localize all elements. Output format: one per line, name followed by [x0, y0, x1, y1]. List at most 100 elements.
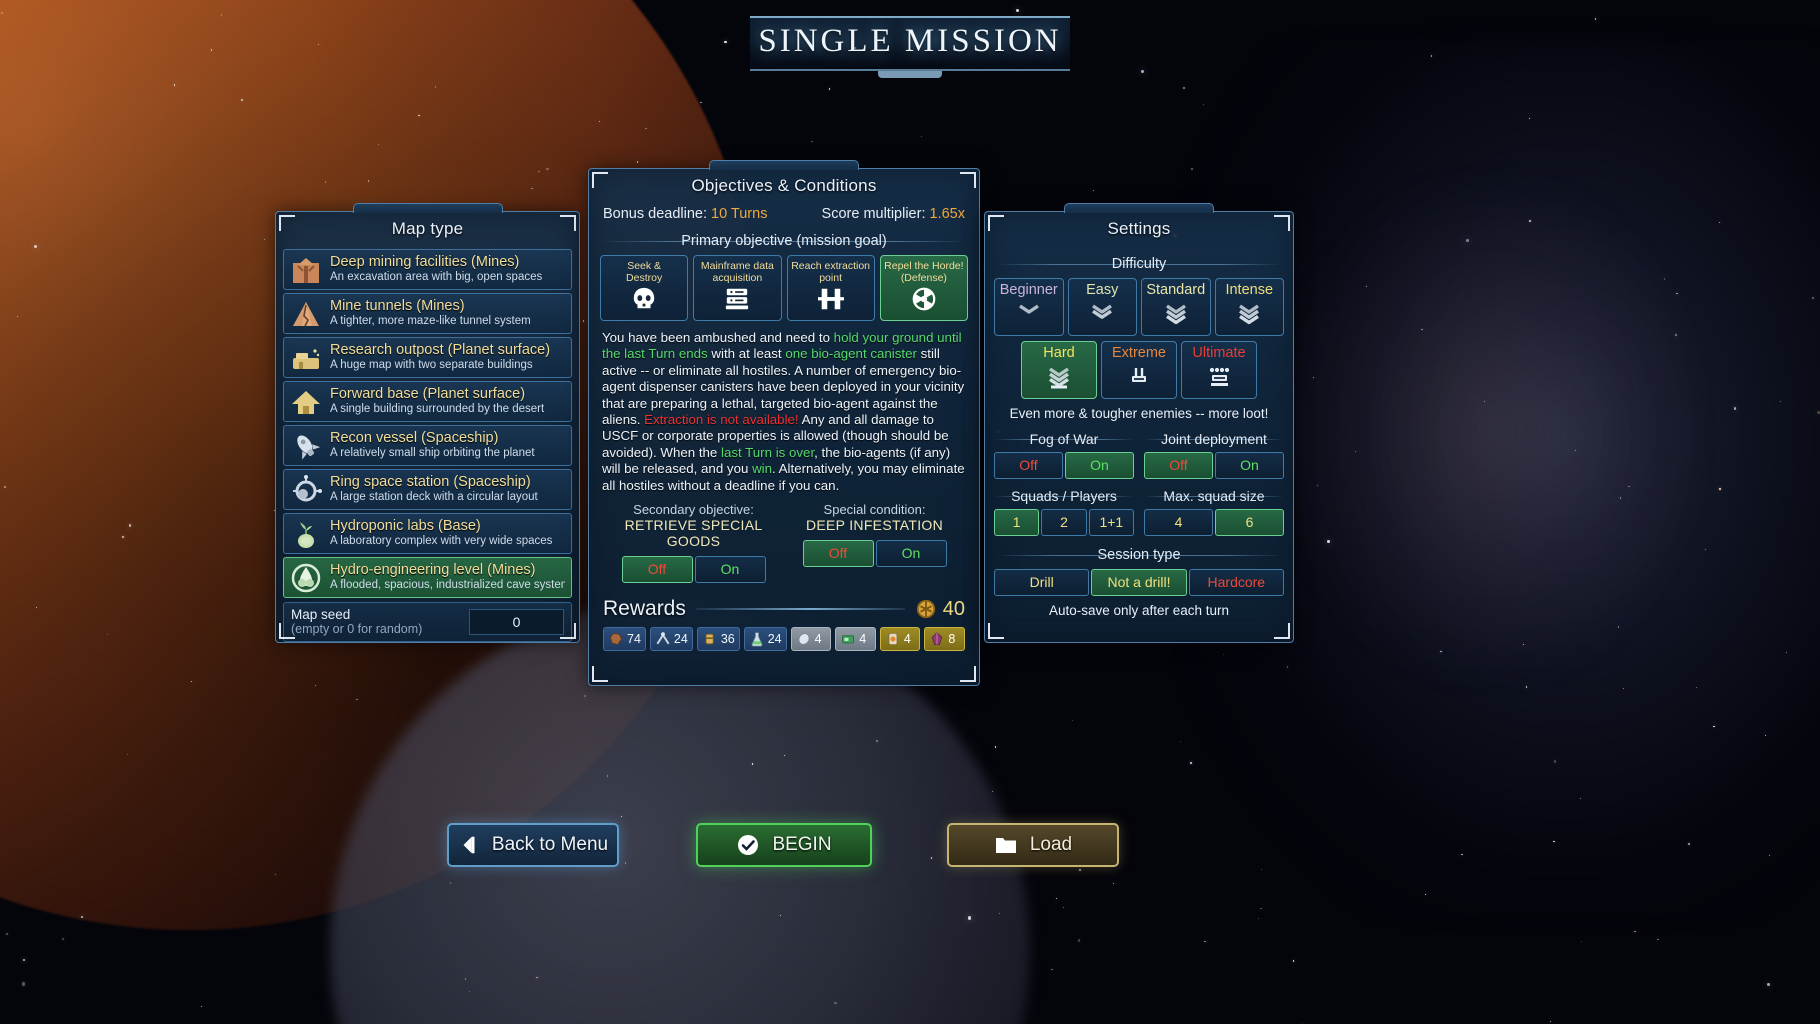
special-on-button[interactable]: On — [875, 540, 947, 568]
map-type-item[interactable]: Hydro-engineering level (Mines) A flooded… — [283, 557, 572, 598]
reward-chip: 4 — [790, 627, 832, 652]
primary-objective-header-text: Primary objective (mission goal) — [681, 233, 887, 249]
joint-deployment-header: Joint deployment — [1144, 431, 1284, 447]
mountain-icon — [290, 298, 322, 330]
load-button[interactable]: Load — [947, 823, 1119, 867]
mission-briefing-text: You have been ambushed and need to hold … — [589, 321, 979, 494]
difficulty-button-label: Beginner — [999, 282, 1058, 298]
secondary-on-button[interactable]: On — [694, 556, 766, 584]
primary-objective-tile[interactable]: Mainframe data acquisition — [693, 255, 782, 321]
difficulty-button[interactable]: Standard — [1141, 278, 1211, 336]
map-type-item[interactable]: Deep mining facilities (Mines) An excavat… — [283, 249, 572, 290]
reward-chip: 74 — [603, 627, 646, 652]
map-type-panel: Map type Deep mining facilities (Mines) A… — [275, 203, 580, 643]
map-type-item[interactable]: Ring space station (Spaceship) A large st… — [283, 469, 572, 510]
difficulty-rank-icons — [1102, 362, 1176, 392]
begin-label: BEGIN — [772, 834, 832, 855]
reward-value: 8 — [948, 632, 956, 647]
begin-button[interactable]: BEGIN — [696, 823, 872, 867]
difficulty-rank-icons — [1182, 362, 1256, 392]
primary-objective-tile[interactable]: Reach extraction point — [786, 255, 875, 321]
briefing-segment: Extraction is not available! — [644, 412, 799, 428]
reward-chip: 36 — [696, 627, 740, 652]
rocket-icon — [297, 434, 321, 460]
secondary-objective-label: Secondary objective: — [633, 502, 754, 518]
max-squad-size-option-button[interactable]: 4 — [1144, 509, 1213, 536]
chevron-rank-icon — [1239, 304, 1260, 325]
corner-accent — [988, 215, 1004, 231]
primary-objective-tile[interactable]: Repel the Horde! (Defense) — [879, 255, 968, 321]
map-type-item[interactable]: Recon vessel (Spaceship) A relatively sma… — [283, 425, 572, 466]
difficulty-button[interactable]: Easy — [1067, 278, 1137, 336]
chevron-rank-icon — [1092, 304, 1113, 319]
difficulty-button[interactable]: Intense — [1214, 278, 1284, 336]
folder-icon — [995, 838, 1016, 853]
canister-icon — [888, 633, 898, 646]
session-type-option-button[interactable]: Hardcore — [1188, 569, 1284, 596]
corner-accent — [988, 623, 1004, 639]
sprout-flask-icon — [298, 521, 314, 548]
map-type-item[interactable]: Hydroponic labs (Base) A laboratory compl… — [283, 513, 572, 554]
secondary-off-button[interactable]: Off — [621, 556, 693, 584]
reward-chip: 24 — [649, 627, 693, 652]
difficulty-button[interactable]: Ultimate — [1181, 341, 1257, 399]
special-off-button[interactable]: Off — [802, 540, 874, 568]
session-type-option-button[interactable]: Drill — [994, 569, 1090, 596]
mine-facility-icon — [293, 257, 319, 283]
difficulty-button[interactable]: Beginner — [994, 278, 1064, 336]
credits-icon — [916, 599, 935, 619]
difficulty-row-2: Hard Extreme Ultimate — [985, 341, 1293, 399]
settings-panel: Settings Difficulty Beginner Easy Standard… — [984, 203, 1294, 643]
map-type-item[interactable]: Forward base (Planet surface) A single bu… — [283, 381, 572, 422]
squads-option-button[interactable]: 2 — [1041, 509, 1087, 536]
extraction-pad-icon — [817, 288, 844, 310]
difficulty-note: Even more & tougher enemies -- more loot… — [1009, 406, 1269, 421]
special-condition-toggle: Off On — [784, 540, 965, 568]
difficulty-button-label: Ultimate — [1192, 345, 1246, 361]
map-type-item[interactable]: Research outpost (Planet surface) A huge … — [283, 337, 572, 378]
joint-deployment-toggle: Off On — [1144, 452, 1284, 479]
hydro-engineering-icon — [291, 563, 321, 592]
squads-option-button[interactable]: 1 — [994, 509, 1040, 536]
map-type-item-desc: An excavation area with big, open spaces — [330, 271, 543, 283]
difficulty-button[interactable]: Extreme — [1101, 341, 1177, 399]
fog-off-button[interactable]: Off — [994, 452, 1063, 479]
reward-value: 74 — [627, 632, 641, 647]
map-type-item-name: Research outpost (Planet surface) — [330, 343, 551, 358]
load-label: Load — [1029, 834, 1073, 855]
map-type-item-desc: A flooded, spacious, industrialized cave… — [330, 579, 565, 591]
difficulty-rank-icons — [1142, 299, 1210, 329]
outpost-icon — [290, 342, 322, 374]
map-type-item[interactable]: Mine tunnels (Mines) A tighter, more maze… — [283, 293, 572, 334]
panel-notch — [709, 160, 859, 170]
fog-of-war-toggle: Off On — [994, 452, 1134, 479]
reward-chip: 4 — [879, 627, 921, 652]
ring-station-icon — [293, 474, 322, 501]
corner-accent — [592, 666, 608, 682]
bio-canister-icon — [912, 287, 936, 311]
difficulty-button[interactable]: Hard — [1021, 341, 1097, 399]
joint-on-button[interactable]: On — [1215, 452, 1284, 479]
map-type-item-desc: A large station deck with a circular lay… — [330, 491, 538, 503]
server-stack-icon — [726, 288, 749, 310]
joint-off-button[interactable]: Off — [1144, 452, 1213, 479]
difficulty-row-1: Beginner Easy Standard Intense — [985, 278, 1293, 336]
outpost-icon — [293, 348, 320, 369]
page-title: Single Mission — [750, 16, 1070, 78]
squads-option-button[interactable]: 1+1 — [1088, 509, 1134, 536]
secondary-objective-group: Secondary objective: RETRIEVE SPECIAL GO… — [603, 502, 784, 584]
ammo-icon — [705, 633, 714, 645]
check-circle-icon — [738, 835, 759, 855]
difficulty-header-text: Difficulty — [1111, 256, 1167, 272]
joint-deployment-header-text: Joint deployment — [1161, 431, 1267, 447]
map-seed-input[interactable]: 0 — [469, 609, 564, 635]
max-squad-size-option-button[interactable]: 6 — [1215, 509, 1284, 536]
house-icon — [292, 390, 320, 414]
session-type-option-button[interactable]: Not a drill! — [1091, 569, 1187, 596]
reward-chip: 4 — [835, 627, 876, 652]
rewards-header: Rewards 40 — [589, 597, 979, 621]
primary-objective-tile[interactable]: Seek & Destroy — [600, 255, 689, 321]
corner-accent — [560, 623, 576, 639]
fog-on-button[interactable]: On — [1065, 452, 1134, 479]
back-to-menu-button[interactable]: Back to Menu — [447, 823, 619, 867]
